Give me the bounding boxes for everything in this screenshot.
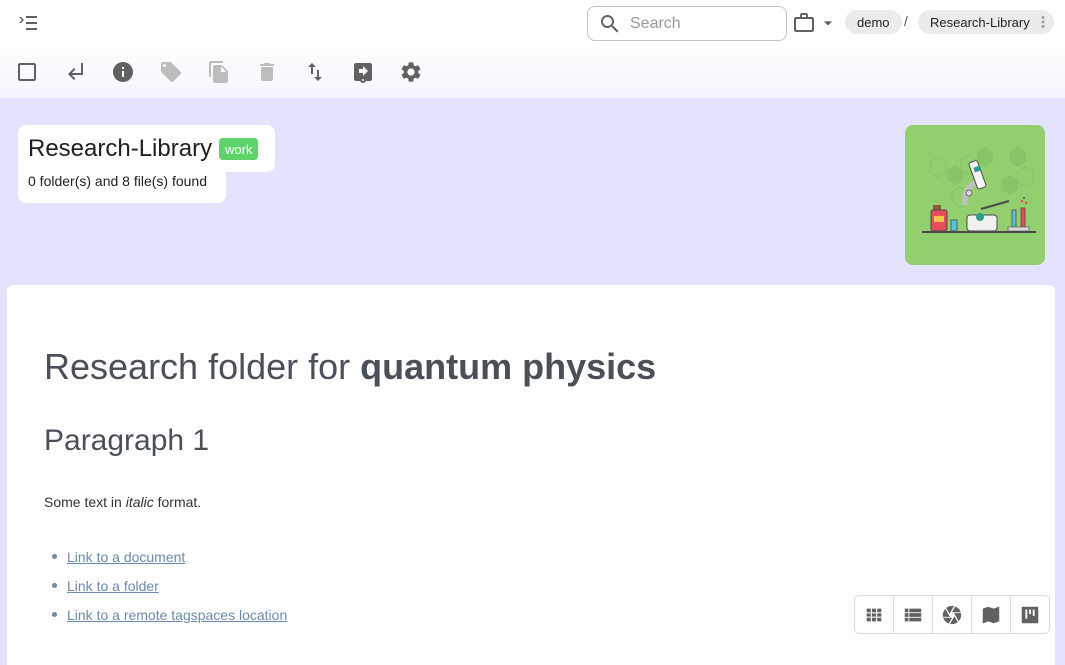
breadcrumb-location-label: demo — [857, 14, 890, 30]
more-vert-icon[interactable] — [1034, 13, 1052, 31]
breadcrumb-separator: / — [904, 13, 908, 29]
list-item: Link to a folder — [50, 571, 287, 600]
info-icon — [113, 62, 133, 82]
description-link-list: Link to a document Link to a folder Link… — [50, 542, 287, 629]
list-item: Link to a document — [50, 542, 287, 571]
camera-aperture-icon — [942, 605, 962, 624]
delete-icon — [260, 63, 274, 81]
search-icon — [601, 14, 619, 32]
top-toolbar: demo / Research-Library — [0, 0, 1065, 98]
caret-down-icon — [823, 21, 833, 26]
swap-vert-icon — [308, 63, 322, 81]
map-icon — [982, 606, 1000, 623]
description-subheading: Paragraph 1 — [44, 424, 210, 457]
para-prefix: Some text in — [44, 494, 126, 510]
list-item: Link to a remote tagspaces location — [50, 600, 287, 629]
parent-folder-button[interactable] — [59, 56, 91, 88]
perspective-grid-button[interactable] — [855, 596, 894, 633]
tag-icon — [161, 62, 181, 82]
link-folder[interactable]: Link to a folder — [67, 578, 159, 594]
breadcrumb-location[interactable]: demo — [845, 10, 902, 34]
select-all-button[interactable] — [11, 56, 43, 88]
microscope-illustration — [922, 147, 1036, 233]
heading-bold-text: quantum physics — [360, 346, 657, 387]
menu-open-icon — [19, 16, 37, 30]
para-suffix: format. — [153, 494, 202, 510]
sort-button[interactable] — [299, 56, 331, 88]
perspective-switcher — [854, 595, 1050, 634]
toggle-sidebar-button[interactable] — [12, 6, 44, 38]
link-document[interactable]: Link to a document — [67, 549, 185, 565]
delete-button[interactable] — [251, 56, 283, 88]
search-box[interactable] — [587, 6, 787, 41]
location-switcher-button[interactable] — [792, 9, 838, 37]
folder-title: Research-Library — [28, 135, 213, 162]
folder-thumbnail[interactable] — [905, 125, 1045, 265]
heading-prefix: Research folder for — [44, 346, 361, 387]
settings-button[interactable] — [395, 56, 427, 88]
list-view-icon — [904, 608, 922, 621]
subdirectory-arrow-left-icon — [68, 63, 83, 80]
gear-icon — [401, 62, 421, 82]
perspective-map-button[interactable] — [972, 596, 1011, 633]
folder-properties-button[interactable] — [107, 56, 139, 88]
tag-files-button[interactable] — [155, 56, 187, 88]
assignment-return-icon — [354, 63, 372, 83]
tag-label: work — [225, 141, 253, 157]
description-paragraph: Some text in italic format. — [44, 494, 201, 510]
description-heading: Research folder for quantum physics — [44, 346, 656, 388]
perspective-gallery-button[interactable] — [933, 596, 972, 633]
bullet-icon — [52, 612, 57, 617]
bullet-icon — [52, 583, 57, 588]
breadcrumb-current-folder[interactable]: Research-Library — [918, 10, 1054, 34]
export-button[interactable] — [347, 56, 379, 88]
link-remote-location[interactable]: Link to a remote tagspaces location — [67, 607, 287, 623]
grid-view-icon — [866, 608, 882, 621]
kanban-icon — [1021, 606, 1039, 623]
perspective-kanban-button[interactable] — [1011, 596, 1049, 633]
para-italic-text: italic — [125, 494, 154, 510]
search-input[interactable] — [630, 14, 770, 33]
perspective-list-button[interactable] — [894, 596, 933, 633]
bullet-icon — [52, 554, 57, 559]
folder-summary: 0 folder(s) and 8 file(s) found — [28, 173, 207, 189]
briefcase-icon — [794, 13, 814, 32]
tag-work[interactable]: work — [219, 138, 259, 160]
checkbox-outline-icon — [18, 63, 36, 81]
copy-move-button[interactable] — [203, 56, 235, 88]
file-copy-icon — [209, 61, 228, 83]
breadcrumb-current-folder-label: Research-Library — [930, 14, 1030, 30]
